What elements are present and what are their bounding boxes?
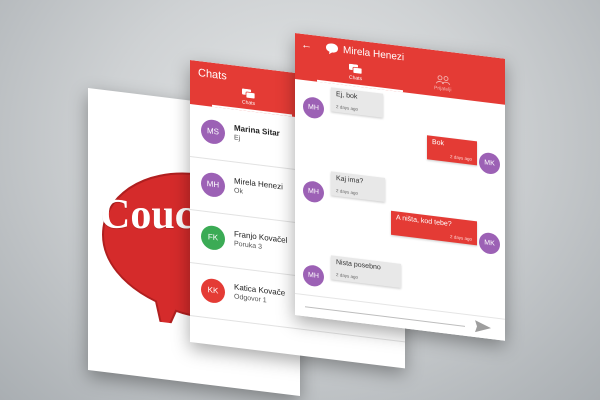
avatar: MK (479, 231, 500, 256)
message-bubble-outgoing: A ništa, kod tebe? 2 days ago (391, 210, 477, 246)
chat-last-message: Odgovor 1 (234, 293, 267, 305)
contact-chat-icon (326, 43, 338, 55)
message-text: Nista posebno (336, 259, 381, 272)
friends-icon[interactable] (436, 74, 450, 86)
back-arrow-icon[interactable]: ← (301, 39, 312, 52)
logo-text: Couc (100, 192, 194, 239)
tab-friends-label[interactable]: Prijatelji (434, 85, 452, 93)
avatar: FK (201, 224, 225, 252)
chat-contact-name: Marina Sitar (234, 123, 280, 139)
message-time: 2 days ago (336, 272, 359, 280)
message-time: 2 days ago (336, 188, 359, 196)
tab-chats-label[interactable]: Chats (349, 75, 362, 83)
message-time: 2 days ago (449, 154, 472, 162)
avatar: MH (303, 179, 324, 204)
message-text: Ej, bok (336, 91, 358, 101)
message-bubble-outgoing: Bok 2 days ago (427, 135, 477, 166)
chat-last-message: Ok (234, 187, 243, 196)
avatar: MH (201, 171, 225, 199)
message-bubble-incoming: Ej, bok 2 days ago (331, 87, 383, 118)
contact-name: Mirela Henezi (343, 44, 405, 64)
message-bubble-incoming: Kaj ima? 2 days ago (331, 171, 385, 203)
send-icon[interactable] (475, 320, 491, 334)
conversation-header: ← Mirela Henezi Chats Prijatelji (295, 33, 505, 105)
conversation-screen: ← Mirela Henezi Chats Prijatelji MH Ej, … (295, 33, 505, 341)
message-text: Bok (432, 138, 445, 148)
avatar: MK (479, 151, 500, 176)
message-bubble-incoming: Nista posebno 2 days ago (331, 255, 401, 289)
message-time: 2 days ago (336, 104, 359, 112)
chat-bubbles-icon[interactable] (242, 88, 256, 100)
message-time: 2 days ago (449, 234, 472, 242)
chat-list-title: Chats (198, 66, 227, 83)
avatar: MH (303, 263, 324, 288)
avatar: MS (201, 118, 225, 146)
chat-last-message: Poruka 3 (234, 240, 263, 251)
avatar: KK (201, 277, 225, 305)
message-text: Kaj ima? (336, 175, 364, 186)
chat-last-message: Ej (234, 134, 241, 143)
chat-bubbles-icon[interactable] (349, 63, 363, 76)
avatar: MH (303, 95, 324, 120)
tab-chats-label[interactable]: Chats (242, 99, 255, 107)
